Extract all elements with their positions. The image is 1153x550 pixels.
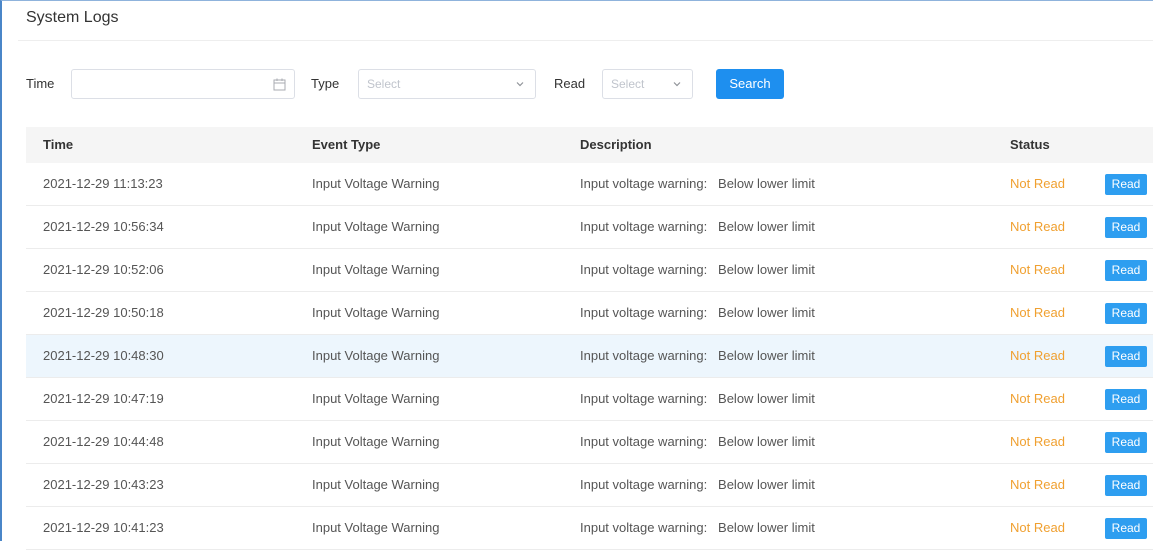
read-select-placeholder: Select — [611, 77, 645, 91]
row-event-type: Input Voltage Warning — [312, 434, 440, 449]
row-event-type: Input Voltage Warning — [312, 219, 440, 234]
row-time: 2021-12-29 10:47:19 — [43, 391, 164, 406]
type-select-placeholder: Select — [367, 77, 401, 91]
mark-read-button[interactable]: Read — [1105, 260, 1147, 281]
mark-read-button[interactable]: Read — [1105, 389, 1147, 410]
row-time: 2021-12-29 10:48:30 — [43, 348, 164, 363]
mark-read-button[interactable]: Read — [1105, 518, 1147, 539]
row-event-type: Input Voltage Warning — [312, 305, 440, 320]
calendar-icon[interactable] — [273, 78, 286, 91]
row-time: 2021-12-29 10:43:23 — [43, 477, 164, 492]
type-filter-select[interactable]: Select — [358, 69, 536, 99]
column-header-time[interactable]: Time — [43, 127, 73, 163]
mark-read-button[interactable]: Read — [1105, 432, 1147, 453]
row-status: Not Read — [1010, 176, 1065, 191]
page-title: System Logs — [26, 9, 119, 26]
row-event-type: Input Voltage Warning — [312, 477, 440, 492]
row-status: Not Read — [1010, 391, 1065, 406]
table-row[interactable]: 2021-12-29 10:41:23 Input Voltage Warning… — [26, 507, 1153, 550]
title-divider — [18, 40, 1153, 41]
mark-read-button[interactable]: Read — [1105, 217, 1147, 238]
row-time: 2021-12-29 11:13:23 — [43, 176, 163, 191]
table-header: Time Event Type Description Status — [26, 127, 1153, 163]
row-status: Not Read — [1010, 219, 1065, 234]
mark-read-button[interactable]: Read — [1105, 475, 1147, 496]
search-button[interactable]: Search — [716, 69, 784, 99]
table-row[interactable]: 2021-12-29 10:50:18 Input Voltage Warning… — [26, 292, 1153, 335]
mark-read-button[interactable]: Read — [1105, 303, 1147, 324]
time-filter-label: Time — [26, 76, 55, 91]
table-row[interactable]: 2021-12-29 10:44:48 Input Voltage Warning… — [26, 421, 1153, 464]
row-time: 2021-12-29 10:56:34 — [43, 219, 164, 234]
row-event-type: Input Voltage Warning — [312, 262, 440, 277]
table-body: 2021-12-29 11:13:23 Input Voltage Warning… — [26, 163, 1153, 550]
row-time: 2021-12-29 10:52:06 — [43, 262, 164, 277]
row-description: Input voltage warning: Below lower limit — [580, 520, 815, 535]
row-event-type: Input Voltage Warning — [312, 176, 440, 191]
window-frame: System Logs Time Type Select Read Select… — [0, 0, 1153, 550]
row-description: Input voltage warning: Below lower limit — [580, 219, 815, 234]
time-filter-input[interactable] — [71, 69, 295, 99]
row-description: Input voltage warning: Below lower limit — [580, 176, 815, 191]
row-time: 2021-12-29 10:44:48 — [43, 434, 164, 449]
row-status: Not Read — [1010, 305, 1065, 320]
mark-read-button[interactable]: Read — [1105, 174, 1147, 195]
chevron-down-icon — [516, 82, 524, 87]
row-event-type: Input Voltage Warning — [312, 348, 440, 363]
logs-table: Time Event Type Description Status 2021-… — [26, 127, 1153, 550]
row-status: Not Read — [1010, 477, 1065, 492]
row-description: Input voltage warning: Below lower limit — [580, 262, 815, 277]
column-header-description[interactable]: Description — [580, 127, 652, 163]
row-time: 2021-12-29 10:41:23 — [43, 520, 164, 535]
row-description: Input voltage warning: Below lower limit — [580, 305, 815, 320]
row-description: Input voltage warning: Below lower limit — [580, 434, 815, 449]
row-status: Not Read — [1010, 434, 1065, 449]
table-row[interactable]: 2021-12-29 11:13:23 Input Voltage Warning… — [26, 163, 1153, 206]
read-filter-label: Read — [554, 76, 586, 91]
chevron-down-icon — [673, 82, 681, 87]
table-row[interactable]: 2021-12-29 10:52:06 Input Voltage Warning… — [26, 249, 1153, 292]
table-row[interactable]: 2021-12-29 10:47:19 Input Voltage Warning… — [26, 378, 1153, 421]
table-row[interactable]: 2021-12-29 10:56:34 Input Voltage Warning… — [26, 206, 1153, 249]
mark-read-button[interactable]: Read — [1105, 346, 1147, 367]
row-description: Input voltage warning: Below lower limit — [580, 477, 815, 492]
row-description: Input voltage warning: Below lower limit — [580, 391, 815, 406]
column-header-status[interactable]: Status — [1010, 127, 1050, 163]
row-event-type: Input Voltage Warning — [312, 520, 440, 535]
column-header-event-type[interactable]: Event Type — [312, 127, 380, 163]
row-status: Not Read — [1010, 262, 1065, 277]
row-description: Input voltage warning: Below lower limit — [580, 348, 815, 363]
type-filter-label: Type — [311, 76, 340, 91]
row-status: Not Read — [1010, 348, 1065, 363]
row-time: 2021-12-29 10:50:18 — [43, 305, 164, 320]
row-event-type: Input Voltage Warning — [312, 391, 440, 406]
table-row[interactable]: 2021-12-29 10:48:30 Input Voltage Warning… — [26, 335, 1153, 378]
time-filter-field[interactable] — [80, 76, 270, 92]
row-status: Not Read — [1010, 520, 1065, 535]
read-filter-select[interactable]: Select — [602, 69, 693, 99]
table-row[interactable]: 2021-12-29 10:43:23 Input Voltage Warning… — [26, 464, 1153, 507]
